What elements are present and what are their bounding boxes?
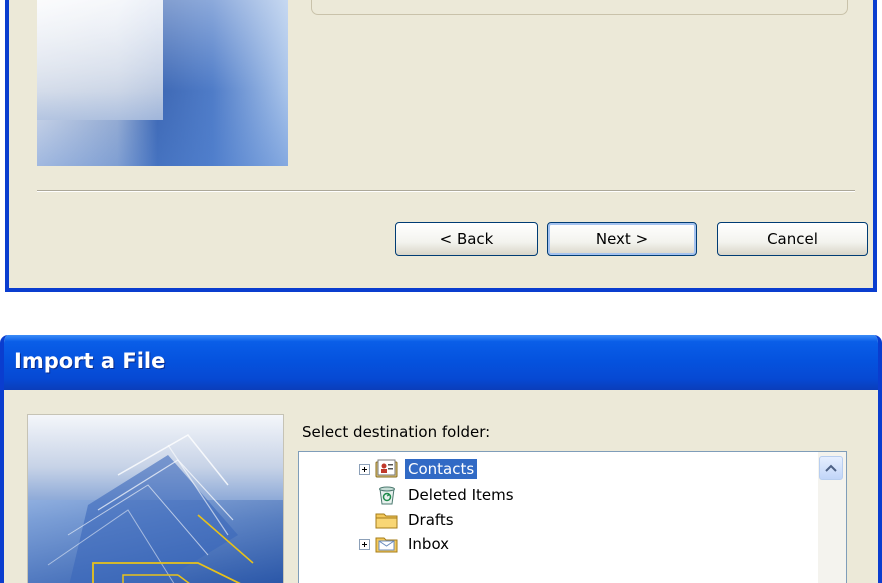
tree-item-label: Deleted Items bbox=[408, 486, 514, 504]
tree-item-inbox[interactable]: Inbox bbox=[359, 533, 452, 555]
inbox-folder-icon bbox=[375, 537, 398, 553]
tree-item-contacts[interactable]: Contacts bbox=[359, 458, 478, 480]
tree-item-drafts[interactable]: Drafts bbox=[375, 509, 457, 531]
scroll-up-button[interactable] bbox=[819, 456, 843, 480]
window-title: Import a File bbox=[14, 349, 166, 373]
chevron-up-icon bbox=[825, 464, 837, 472]
import-file-window: Import a File Select destination folder: bbox=[0, 335, 882, 583]
tree-scrollbar[interactable] bbox=[818, 452, 846, 583]
title-bar[interactable]: Import a File bbox=[4, 335, 878, 390]
recycle-bin-icon bbox=[379, 486, 395, 505]
import-wizard-graphic bbox=[28, 434, 283, 583]
import-wizard-image bbox=[27, 414, 284, 583]
next-button[interactable]: Next > bbox=[547, 222, 697, 256]
contacts-folder-icon bbox=[375, 459, 398, 478]
tree-item-deleted-items[interactable]: Deleted Items bbox=[375, 484, 517, 506]
button-divider bbox=[37, 190, 855, 192]
expand-icon[interactable] bbox=[359, 538, 370, 550]
wizard-side-image bbox=[37, 0, 288, 166]
top-content-box bbox=[311, 0, 848, 15]
tree-item-label: Inbox bbox=[408, 535, 450, 553]
destination-folder-tree[interactable]: Contacts Deleted Items Drafts Inbox bbox=[298, 451, 847, 583]
back-button[interactable]: < Back bbox=[395, 222, 538, 256]
select-destination-label: Select destination folder: bbox=[302, 423, 491, 441]
folder-icon bbox=[375, 513, 398, 529]
expand-icon[interactable] bbox=[359, 463, 370, 475]
wizard-window-partial: < Back Next > Cancel bbox=[5, 0, 877, 292]
tree-item-label: Drafts bbox=[408, 511, 454, 529]
tree-item-label: Contacts bbox=[405, 459, 478, 479]
cancel-button[interactable]: Cancel bbox=[717, 222, 868, 256]
